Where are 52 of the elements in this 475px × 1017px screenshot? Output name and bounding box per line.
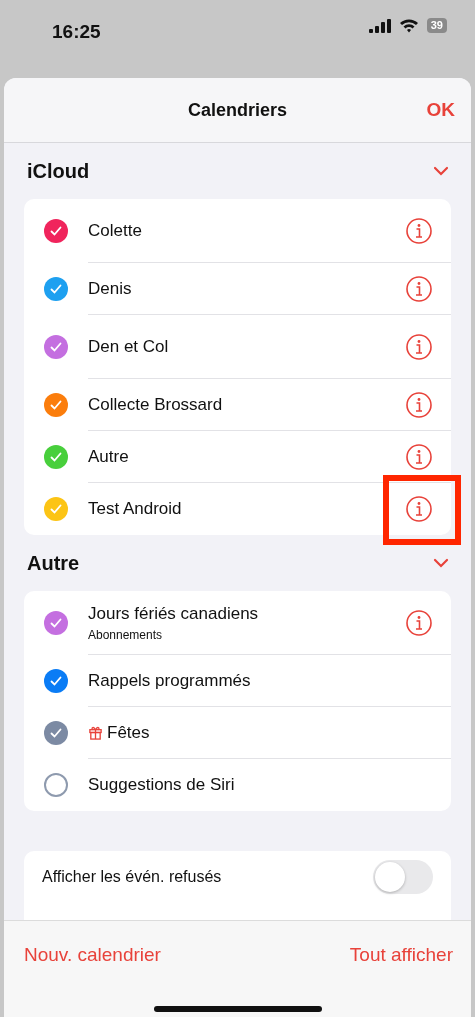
calendar-name: Suggestions de Siri	[88, 774, 235, 797]
checkbox[interactable]	[44, 335, 68, 359]
wifi-icon	[398, 18, 419, 33]
new-calendar-button[interactable]: Nouv. calendrier	[24, 941, 161, 970]
checkbox[interactable]	[44, 277, 68, 301]
checkmark-icon	[49, 674, 63, 688]
checkmark-icon	[49, 502, 63, 516]
section-title: iCloud	[27, 159, 90, 184]
checkmark-icon	[49, 224, 63, 238]
clock: 16:25	[52, 20, 101, 44]
checkbox[interactable]	[44, 393, 68, 417]
calendar-name: Denis	[88, 277, 132, 300]
toggle-switch[interactable]	[373, 860, 433, 894]
checkbox[interactable]	[44, 445, 68, 469]
chevron-icon[interactable]	[433, 558, 449, 568]
calendar-name: Autre	[88, 445, 129, 468]
calendar-name: Jours fériés canadiens	[88, 602, 259, 625]
checkmark-icon	[49, 282, 63, 296]
gift-icon	[88, 725, 103, 740]
checkmark-icon	[49, 726, 63, 740]
checkbox[interactable]	[44, 611, 68, 635]
sheet-title: Calendriers	[187, 98, 287, 122]
checkmark-icon	[49, 450, 63, 464]
calendar-name: Fêtes	[107, 721, 150, 744]
chevron-icon[interactable]	[433, 166, 449, 176]
info-button[interactable]	[405, 608, 433, 637]
calendar-name: Collecte Brossard	[88, 393, 223, 416]
info-button[interactable]	[405, 332, 433, 361]
calendar-name: Den et Col	[88, 335, 169, 358]
show-all-button[interactable]: Tout afficher	[349, 941, 453, 970]
info-button[interactable]	[405, 390, 433, 419]
battery-icon: 39	[426, 18, 447, 33]
info-button[interactable]	[405, 216, 433, 245]
checkbox[interactable]	[44, 669, 68, 693]
section-title: Autre	[27, 551, 80, 576]
calendar-subtitle: Abonnements	[88, 627, 164, 645]
calendar-name: Rappels programmés	[88, 669, 251, 692]
signal-icon	[368, 18, 391, 33]
checkbox[interactable]	[44, 219, 68, 243]
calendar-name: Test Android	[88, 498, 182, 521]
checkmark-icon	[49, 398, 63, 412]
checkmark-icon	[49, 340, 63, 354]
setting-label: Afficher les évén. refusés	[42, 867, 222, 887]
calendar-name: Colette	[88, 219, 142, 242]
checkmark-icon	[49, 616, 63, 630]
info-button[interactable]	[405, 274, 433, 303]
checkbox[interactable]	[44, 773, 68, 797]
done-button[interactable]: OK	[426, 95, 455, 125]
info-button[interactable]	[405, 495, 433, 523]
checkbox[interactable]	[44, 721, 68, 745]
info-button[interactable]	[405, 442, 433, 471]
checkbox[interactable]	[44, 497, 68, 521]
